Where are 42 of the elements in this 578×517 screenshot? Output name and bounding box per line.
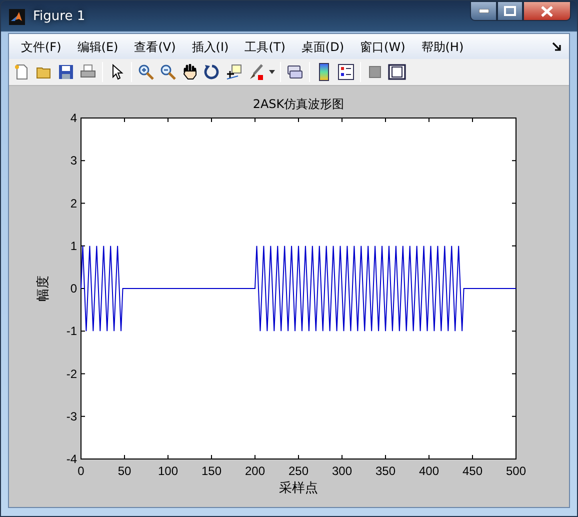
tick-label: 4 [70,111,77,125]
tick-label: 200 [244,464,266,478]
chart-title: 2ASK仿真波形图 [252,97,344,111]
tick-label: 100 [158,464,178,478]
tick-label: 1 [70,238,77,253]
tick-label: 150 [201,464,222,478]
tick-label: -1 [66,324,77,338]
tick-label: 2 [70,196,77,210]
y-axis-label: 幅度 [36,276,51,302]
menu-item[interactable]: 桌面(D) [293,38,352,56]
menu-item[interactable]: 查看(V) [126,38,184,56]
frame-icon[interactable] [386,61,408,83]
menu-item[interactable]: 帮助(H) [413,38,472,56]
tick-label: 0 [78,464,84,478]
menu-item[interactable]: 工具(T) [236,38,294,56]
tick-label: 400 [418,464,440,478]
x-axis-label: 采样点 [279,481,318,496]
tick-label: 300 [332,464,352,478]
legend-icon[interactable] [335,61,357,83]
tick-label: 3 [70,154,77,168]
menu-item[interactable]: 编辑(E) [69,38,126,56]
maximize-button[interactable] [497,1,523,21]
tick-label: 350 [375,464,396,478]
tick-label: 250 [288,464,309,478]
tick-label: 450 [462,464,483,478]
tick-label: -2 [66,366,77,381]
menu-item[interactable]: 插入(I) [184,38,237,56]
tick-label: -3 [66,409,77,424]
close-icon [541,6,553,16]
menu-item[interactable]: 窗口(W) [352,38,414,56]
tick-label: 0 [70,282,77,296]
menu-item[interactable]: 文件(F) [13,38,70,56]
minimize-icon [478,9,488,13]
dock-arrow-icon[interactable] [552,42,561,51]
app-logo-icon [9,9,25,25]
tick-label: -4 [66,452,77,466]
maximize-icon [504,6,516,16]
tick-label: 500 [506,464,526,478]
window-title: Figure 1 [33,8,86,26]
close-button[interactable] [523,1,571,21]
tick-label: 50 [118,464,132,478]
minimize-button[interactable] [470,1,497,21]
